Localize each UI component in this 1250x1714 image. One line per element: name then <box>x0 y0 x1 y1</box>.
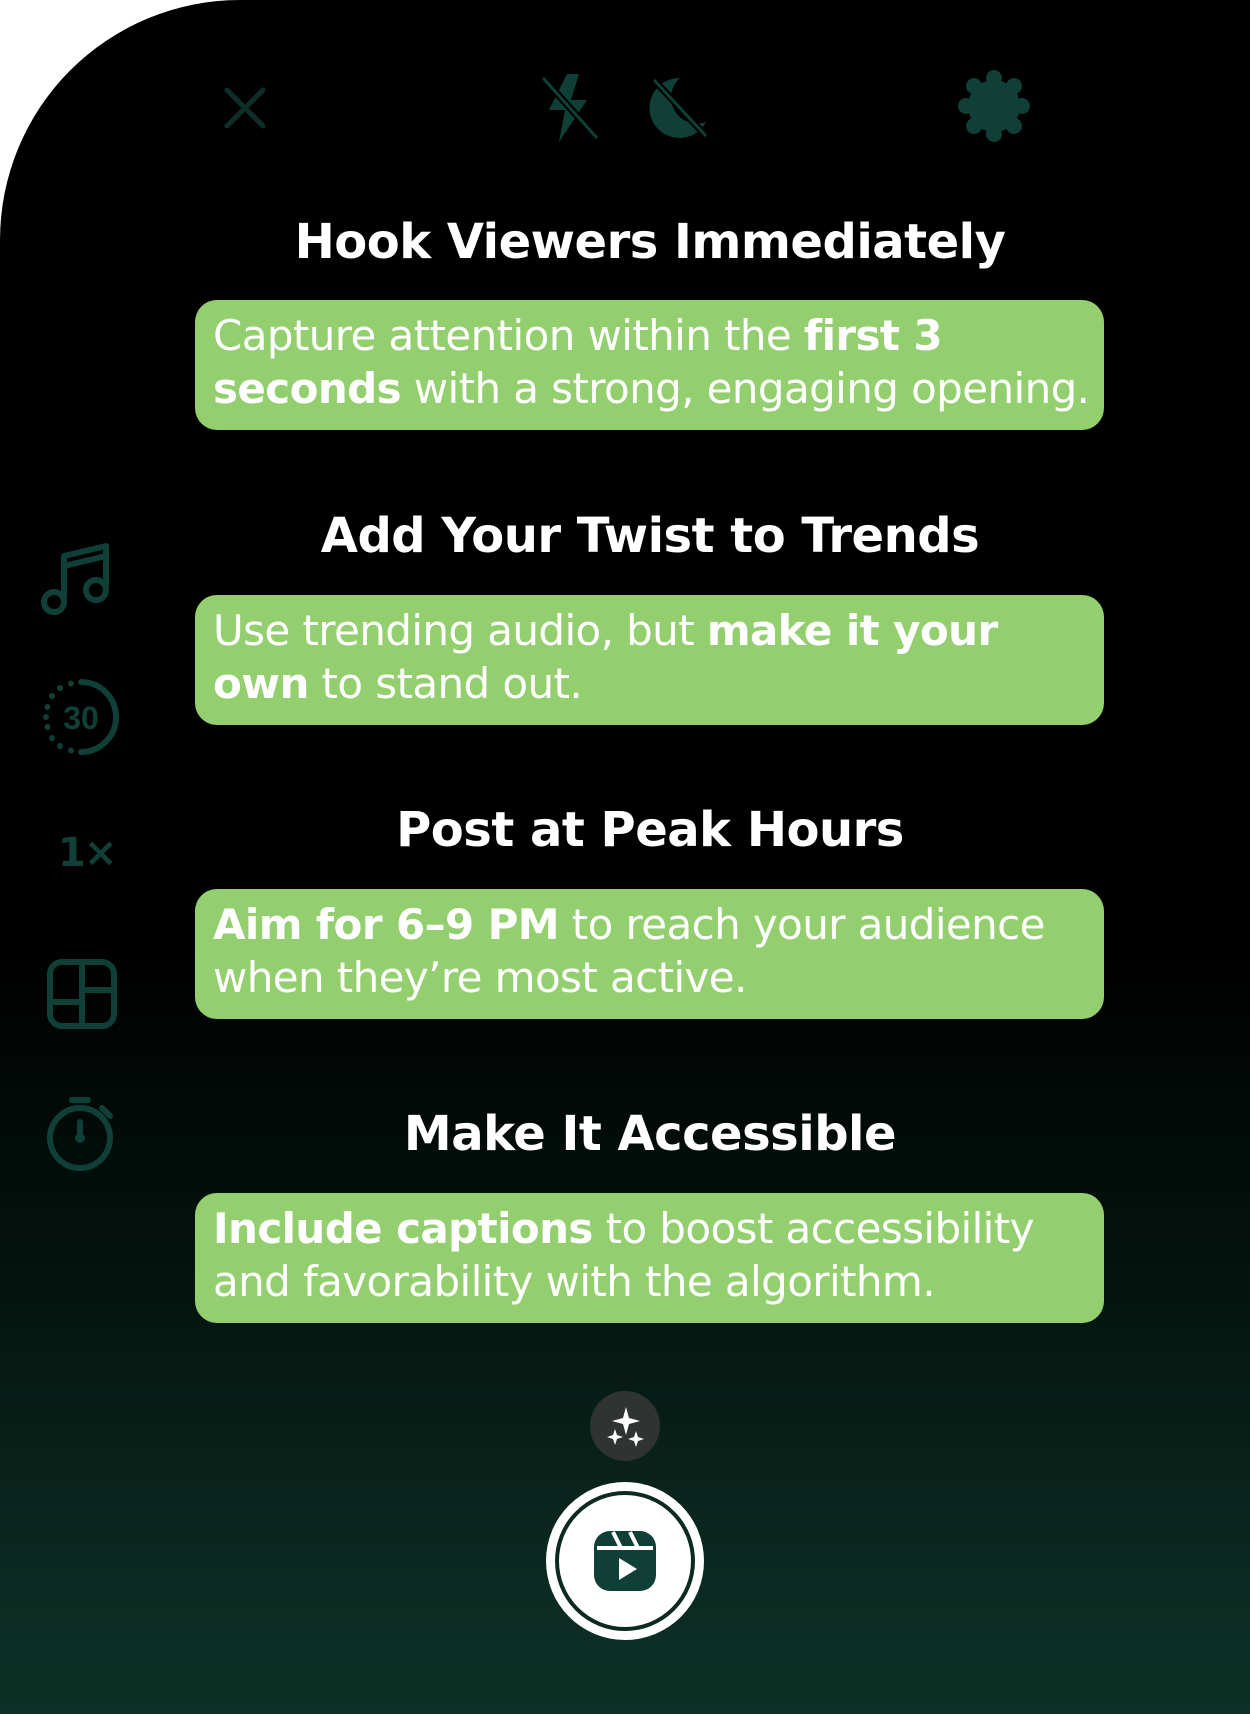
sparkles-icon <box>607 1407 644 1447</box>
effects-button[interactable] <box>590 1391 660 1461</box>
tip-text-post: to stand out. <box>308 659 583 708</box>
layout-icon[interactable] <box>46 958 118 1034</box>
timer-30-icon[interactable]: 30 <box>40 676 122 762</box>
tip-card-peak-hours: Aim for 6–9 PM to reach your audience wh… <box>195 889 1104 1019</box>
tip-text-bold: Aim for 6–9 PM <box>213 900 560 949</box>
flash-off-icon[interactable] <box>535 70 605 150</box>
timer-30-label: 30 <box>63 700 99 736</box>
tip-title-peak-hours: Post at Peak Hours <box>396 802 904 858</box>
tip-card-trends: Use trending audio, but make it your own… <box>195 595 1104 725</box>
tip-card-hook: Capture attention within the first 3 sec… <box>195 300 1104 430</box>
camera-screen: 30 1× Hook Viewers Immediately Capture a… <box>0 0 1250 1714</box>
record-button-ring <box>555 1491 695 1631</box>
tip-title-accessible: Make It Accessible <box>403 1106 897 1162</box>
settings-icon[interactable] <box>958 70 1030 146</box>
night-mode-off-icon[interactable] <box>640 72 716 148</box>
tip-card-accessible: Include captions to boost accessibility … <box>195 1193 1104 1323</box>
tip-text-post: with a strong, engaging opening. <box>401 364 1090 413</box>
tip-text-pre: Capture attention within the <box>213 311 804 360</box>
tip-title-hook: Hook Viewers Immediately <box>294 214 1006 270</box>
record-button[interactable] <box>546 1482 704 1640</box>
close-icon[interactable] <box>215 78 275 142</box>
tip-text-pre: Use trending audio, but <box>213 606 707 655</box>
tip-text-bold: Include captions <box>213 1204 593 1253</box>
reels-icon <box>594 1531 656 1591</box>
tip-title-trends: Add Your Twist to Trends <box>320 508 980 564</box>
